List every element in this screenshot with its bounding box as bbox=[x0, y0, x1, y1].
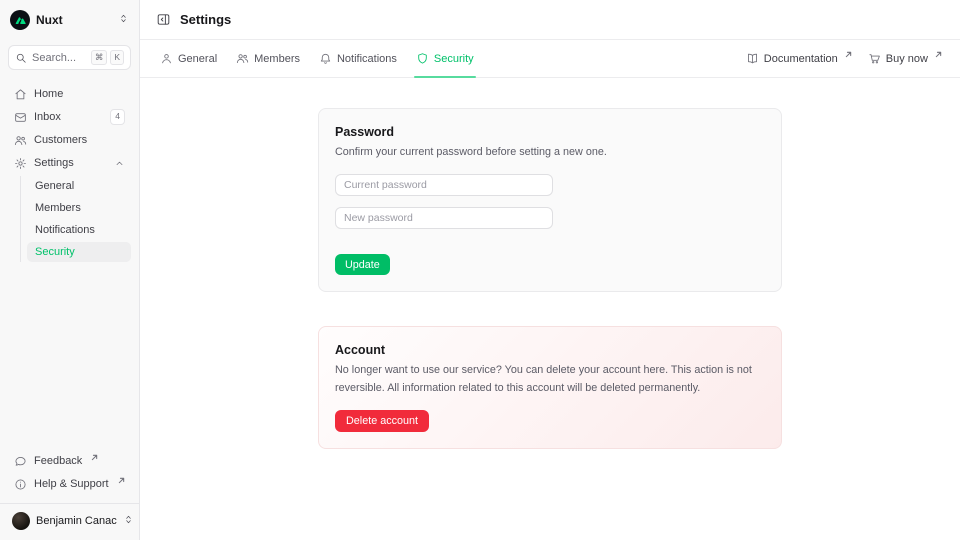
sidebar-item-label: Customers bbox=[34, 134, 87, 146]
gear-icon bbox=[14, 157, 27, 170]
sidebar-item-label: Settings bbox=[34, 157, 74, 169]
cart-icon bbox=[868, 52, 881, 65]
chevrons-up-down-icon bbox=[123, 514, 134, 528]
password-card: Password Confirm your current password b… bbox=[318, 108, 782, 292]
external-link-icon bbox=[91, 454, 98, 461]
password-card-description: Confirm your current password before set… bbox=[335, 144, 765, 161]
tab-security[interactable]: Security bbox=[414, 40, 476, 77]
chevron-up-icon bbox=[114, 158, 125, 169]
kbd-meta: ⌘ bbox=[91, 50, 108, 65]
tab-notifications[interactable]: Notifications bbox=[317, 40, 399, 77]
tab-label: Security bbox=[434, 53, 474, 65]
page-header: Settings bbox=[140, 0, 960, 40]
nuxt-logo-icon bbox=[10, 10, 30, 30]
bell-icon bbox=[319, 52, 332, 65]
tab-general[interactable]: General bbox=[158, 40, 219, 77]
inbox-icon bbox=[14, 111, 27, 124]
user-menu[interactable]: Benjamin Canac bbox=[8, 504, 131, 532]
tabbar-actions: Documentation Buy now bbox=[746, 52, 942, 65]
user-name: Benjamin Canac bbox=[36, 515, 117, 527]
chat-bubble-icon bbox=[14, 455, 27, 468]
kbd-k: K bbox=[110, 50, 124, 65]
search-icon bbox=[15, 52, 27, 64]
sidebar-item-inbox[interactable]: Inbox 4 bbox=[8, 106, 131, 128]
password-card-title: Password bbox=[335, 125, 765, 139]
tab-label: Notifications bbox=[337, 53, 397, 65]
search-input[interactable]: Search... ⌘ K bbox=[8, 45, 131, 70]
shield-icon bbox=[416, 52, 429, 65]
documentation-link[interactable]: Documentation bbox=[746, 52, 852, 65]
sidebar-item-members[interactable]: Members bbox=[27, 198, 131, 218]
new-password-field[interactable] bbox=[335, 207, 553, 229]
sidebar-item-label: Members bbox=[35, 202, 81, 214]
buy-now-link[interactable]: Buy now bbox=[868, 52, 942, 65]
sidebar-item-settings[interactable]: Settings bbox=[8, 152, 131, 174]
toolbar-link-label: Documentation bbox=[764, 53, 838, 65]
toolbar-link-label: Buy now bbox=[886, 53, 928, 65]
settings-subnav: General Members Notifications Security bbox=[20, 176, 131, 262]
account-card-title: Account bbox=[335, 343, 765, 357]
sidebar-item-label: Inbox bbox=[34, 111, 61, 123]
home-icon bbox=[14, 88, 27, 101]
tab-members[interactable]: Members bbox=[234, 40, 302, 77]
book-open-icon bbox=[746, 52, 759, 65]
users-icon bbox=[14, 134, 27, 147]
sidebar-collapse-icon[interactable] bbox=[156, 12, 171, 27]
sidebar-item-home[interactable]: Home bbox=[8, 83, 131, 105]
settings-security-content: Password Confirm your current password b… bbox=[140, 78, 960, 540]
account-card-description: No longer want to use our service? You c… bbox=[335, 362, 765, 397]
update-password-button[interactable]: Update bbox=[335, 254, 390, 275]
feedback-link[interactable]: Feedback bbox=[8, 450, 131, 472]
team-name: Nuxt bbox=[36, 13, 63, 27]
external-link-icon bbox=[935, 51, 942, 58]
delete-account-button[interactable]: Delete account bbox=[335, 410, 429, 432]
inbox-count-badge: 4 bbox=[110, 109, 125, 124]
main-panel: Settings General Members Notifications S… bbox=[140, 0, 960, 540]
sidebar: Nuxt Search... ⌘ K Home Inbox 4 bbox=[0, 0, 140, 540]
sidebar-item-label: Security bbox=[35, 246, 75, 258]
users-icon bbox=[236, 52, 249, 65]
external-link-icon bbox=[118, 477, 125, 484]
sidebar-item-label: Notifications bbox=[35, 224, 95, 236]
chevrons-up-down-icon bbox=[118, 13, 129, 27]
info-circle-icon bbox=[14, 478, 27, 491]
footer-link-label: Feedback bbox=[34, 455, 82, 467]
footer-link-label: Help & Support bbox=[34, 478, 109, 490]
page-title: Settings bbox=[180, 12, 231, 27]
avatar bbox=[12, 512, 30, 530]
current-password-field[interactable] bbox=[335, 174, 553, 196]
sidebar-item-security[interactable]: Security bbox=[27, 242, 131, 262]
external-link-icon bbox=[845, 51, 852, 58]
help-support-link[interactable]: Help & Support bbox=[8, 473, 131, 495]
tabbar: General Members Notifications Security bbox=[140, 40, 960, 78]
sidebar-nav: Home Inbox 4 Customers Settings bbox=[8, 83, 131, 263]
sidebar-item-notifications[interactable]: Notifications bbox=[27, 220, 131, 240]
search-kbd-hints: ⌘ K bbox=[91, 50, 124, 65]
sidebar-item-customers[interactable]: Customers bbox=[8, 129, 131, 151]
tab-label: General bbox=[178, 53, 217, 65]
sidebar-item-label: General bbox=[35, 180, 74, 192]
search-placeholder: Search... bbox=[32, 52, 76, 64]
sidebar-item-label: Home bbox=[34, 88, 63, 100]
user-icon bbox=[160, 52, 173, 65]
tab-label: Members bbox=[254, 53, 300, 65]
sidebar-item-general[interactable]: General bbox=[27, 176, 131, 196]
team-switcher[interactable]: Nuxt bbox=[8, 8, 131, 32]
account-card: Account No longer want to use our servic… bbox=[318, 326, 782, 449]
sidebar-footer: Feedback Help & Support bbox=[8, 450, 131, 495]
